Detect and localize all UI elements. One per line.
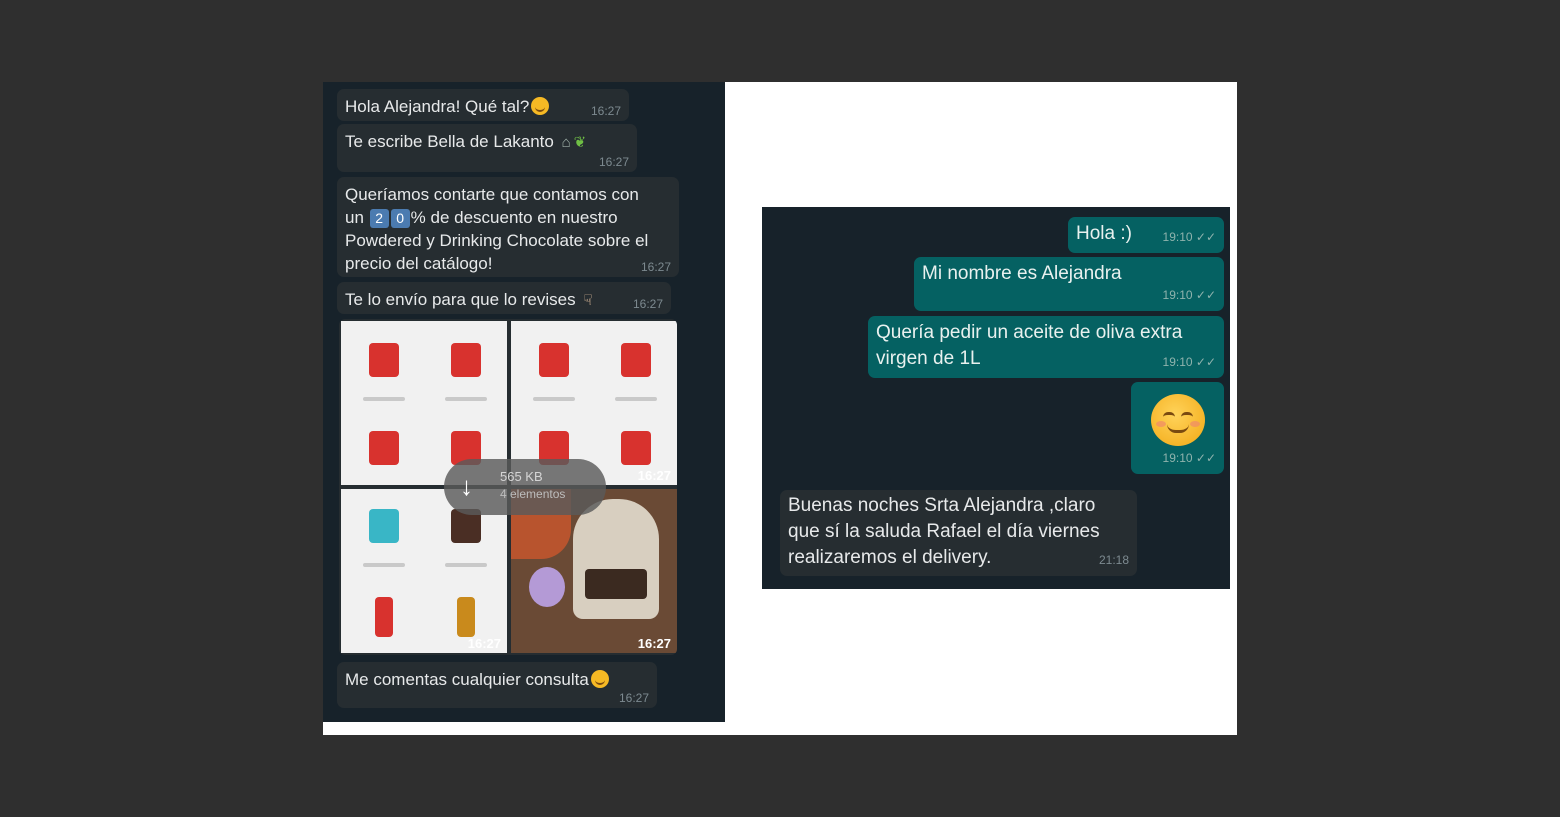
media-time: 16:27: [637, 636, 671, 651]
product-label: [445, 563, 487, 567]
product-image: [539, 343, 569, 377]
outgoing-message-bubble[interactable]: Mi nombre es Alejandra 19:10 ✓✓: [914, 257, 1224, 311]
right-chat-panel: Hola :) 19:10 ✓✓ Mi nombre es Alejandra …: [762, 207, 1230, 589]
message-bubble[interactable]: Te escribe Bella de Lakanto ⌂ ❦ 16:27: [337, 124, 637, 172]
product-image: [369, 509, 399, 543]
time-value: 19:10: [1162, 288, 1193, 302]
product-image: [621, 431, 651, 465]
message-text-line: realizaremos el delivery.: [788, 547, 992, 568]
download-size: 565 KB: [500, 469, 543, 484]
message-time: 21:18: [1098, 553, 1129, 567]
emoji-eye: [1181, 412, 1193, 417]
house-icon: ⌂: [561, 134, 571, 151]
download-arrow-icon: ↓: [460, 471, 473, 501]
keycap-digit-icon: 0: [390, 209, 410, 228]
double-check-icon: ✓✓: [1195, 288, 1216, 302]
smiling-face-icon: [1151, 394, 1205, 446]
outgoing-message-bubble[interactable]: Hola :) 19:10 ✓✓: [1068, 217, 1224, 253]
message-time: 16:27: [598, 155, 629, 169]
product-label: [533, 397, 575, 401]
outgoing-message-bubble[interactable]: Quería pedir un aceite de oliva extra vi…: [868, 316, 1224, 378]
jar-label: [585, 569, 647, 599]
message-text: Hola Alejandra! Qué tal?: [345, 97, 530, 116]
product-image: [621, 343, 651, 377]
message-text-line: Powdered y Drinking Chocolate sobre el: [345, 231, 649, 250]
emoji-eye: [1163, 412, 1175, 417]
double-check-icon: ✓✓: [1195, 230, 1216, 244]
left-chat-panel: Hola Alejandra! Qué tal? 16:27 Te escrib…: [323, 82, 725, 722]
emoji-cheek: [1156, 421, 1166, 427]
message-time: 16:27: [618, 691, 649, 705]
message-time: 16:27: [632, 297, 663, 311]
product-label: [445, 397, 487, 401]
message-text: Mi nombre es Alejandra: [922, 263, 1122, 284]
flower-image: [529, 567, 565, 607]
message-bubble[interactable]: Te lo envío para que lo revises ☟ 16:27: [337, 282, 671, 314]
product-label: [615, 397, 657, 401]
product-image: [369, 343, 399, 377]
product-image: [457, 597, 475, 637]
incoming-message-bubble[interactable]: Buenas noches Srta Alejandra ,claro que …: [780, 490, 1137, 576]
product-label: [363, 563, 405, 567]
message-time: 19:10 ✓✓: [1163, 349, 1216, 375]
text-fragment: % de descuento en nuestro: [410, 208, 618, 227]
download-count: 4 elementos: [500, 487, 566, 501]
leaf-icon: ❦: [573, 134, 587, 151]
keycap-digit-icon: 2: [369, 209, 389, 228]
message-text-line: Queríamos contarte que contamos con: [345, 185, 639, 204]
smiling-face-icon: [531, 97, 550, 115]
message-bubble[interactable]: Hola Alejandra! Qué tal? 16:27: [337, 89, 629, 121]
message-time: 19:10 ✓✓: [1163, 282, 1216, 308]
emoji-cheek: [1190, 421, 1200, 427]
message-time: 19:10 ✓✓: [1163, 445, 1216, 471]
message-text: Te escribe Bella de Lakanto: [345, 132, 554, 151]
emoji-mouth: [1167, 424, 1189, 433]
smiling-face-icon: [590, 670, 609, 688]
message-text-line: un 2 0% de descuento en nuestro: [345, 206, 671, 229]
screenshot-collage: Hola Alejandra! Qué tal? 16:27 Te escrib…: [323, 82, 1237, 735]
product-label: [363, 397, 405, 401]
text-fragment: un: [345, 208, 364, 227]
message-time: 19:10 ✓✓: [1163, 224, 1216, 250]
message-text-line: Buenas noches Srta Alejandra ,claro: [788, 495, 1096, 516]
message-time: 16:27: [590, 104, 621, 118]
download-button[interactable]: ↓ 565 KB 4 elementos: [444, 459, 606, 515]
message-bubble[interactable]: Me comentas cualquier consulta 16:27: [337, 662, 657, 708]
product-image: [451, 343, 481, 377]
product-image: [369, 431, 399, 465]
double-check-icon: ✓✓: [1195, 355, 1216, 369]
product-image: [375, 597, 393, 637]
message-bubble[interactable]: Queríamos contarte que contamos con un 2…: [337, 177, 679, 277]
media-album[interactable]: 16:27 16:27 16:27 ↓ 565 KB 4 elementos: [339, 319, 677, 655]
message-text: Te lo envío para que lo revises: [345, 290, 576, 309]
message-text: Hola :): [1076, 223, 1132, 244]
message-text-line: que sí la saluda Rafael el día viernes: [788, 521, 1100, 542]
outgoing-message-bubble[interactable]: 19:10 ✓✓: [1131, 382, 1224, 474]
time-value: 19:10: [1162, 355, 1193, 369]
time-value: 19:10: [1162, 230, 1193, 244]
message-time: 16:27: [640, 260, 671, 274]
message-text-line: Quería pedir un aceite de oliva extra: [876, 322, 1183, 343]
pointing-down-hand-icon: ☟: [583, 292, 593, 309]
message-text: Me comentas cualquier consulta: [345, 670, 589, 689]
time-value: 19:10: [1162, 451, 1193, 465]
media-time: 16:27: [467, 636, 501, 651]
double-check-icon: ✓✓: [1195, 451, 1216, 465]
chocolate-jar-image: [573, 499, 659, 619]
media-time: 16:27: [637, 468, 671, 483]
message-text-line: precio del catálogo!: [345, 254, 493, 273]
